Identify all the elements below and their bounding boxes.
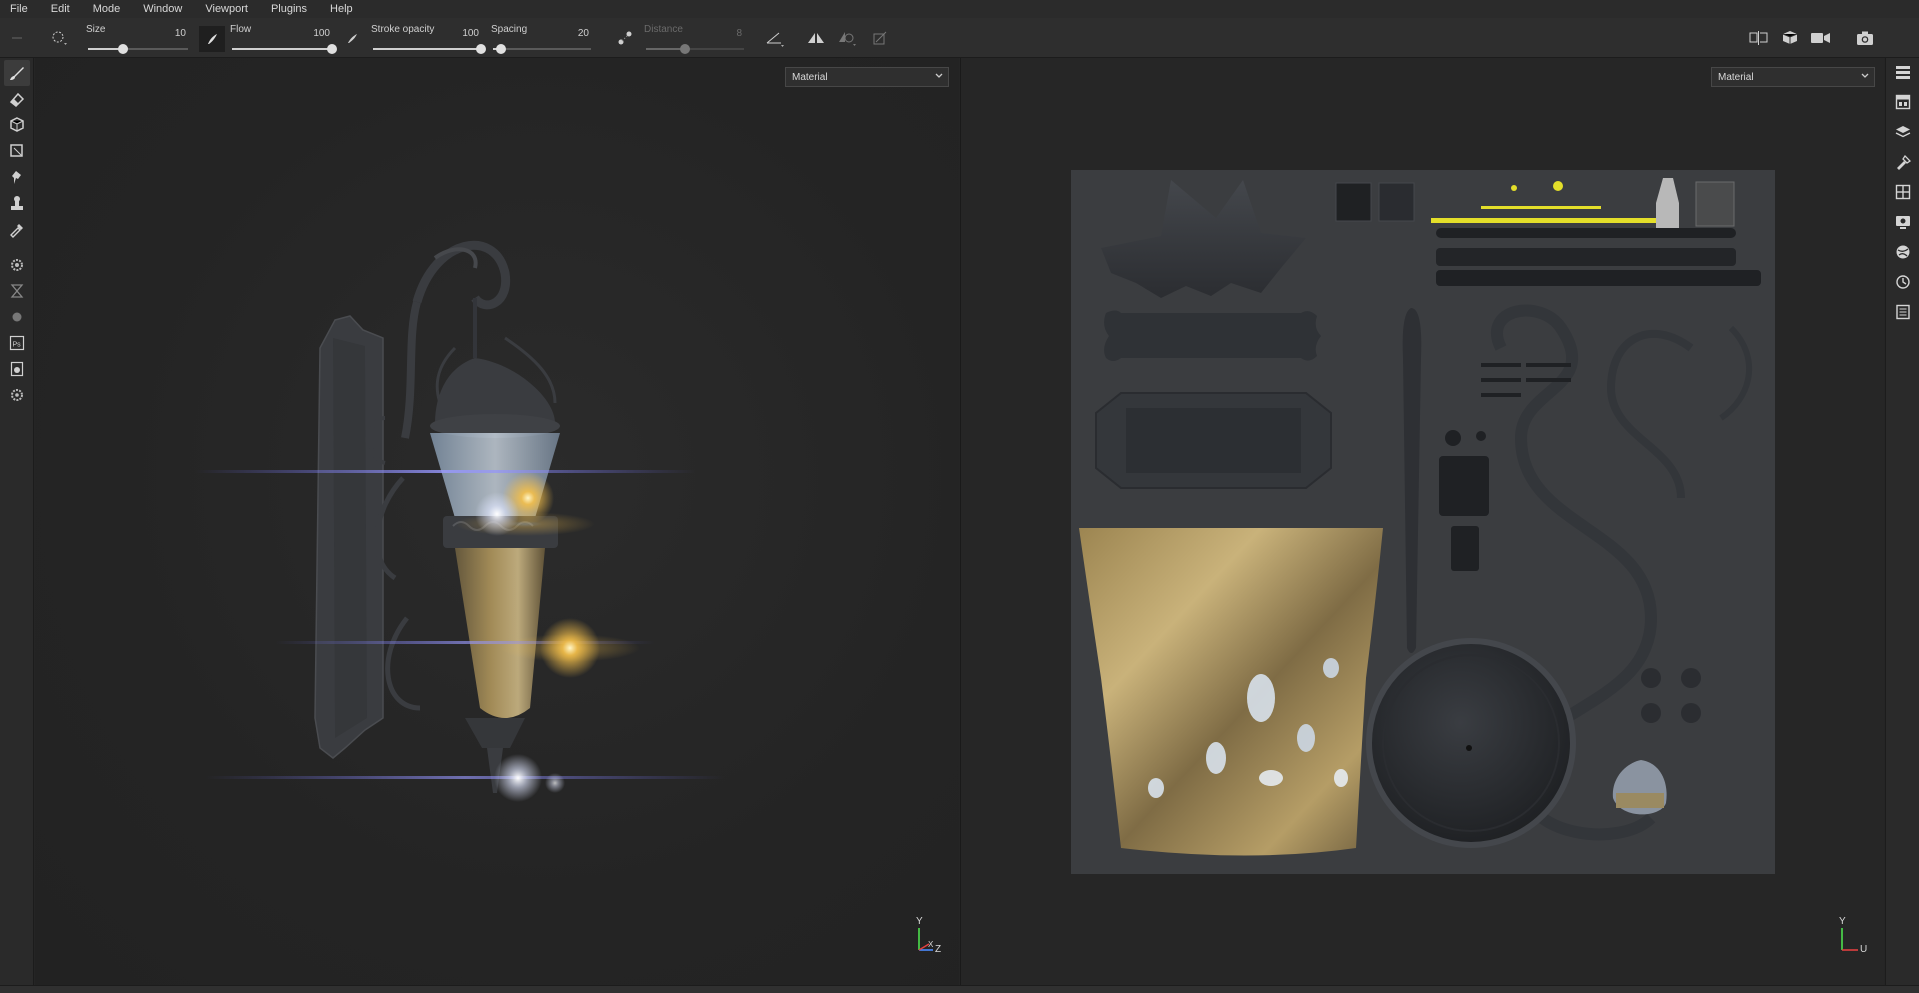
distance-knob <box>680 44 691 54</box>
uv-tiles-icon[interactable] <box>1891 180 1915 204</box>
uv-axis-gizmo: Y U <box>1836 916 1876 958</box>
lantern-model <box>195 240 725 802</box>
distance-value: 8 <box>736 28 742 39</box>
symmetry-icon[interactable] <box>805 27 827 49</box>
menu-viewport[interactable]: Viewport <box>205 3 248 15</box>
3d-viewport[interactable]: Material Y X Z <box>35 58 959 988</box>
3d-axis-gizmo: Y X Z <box>913 916 953 958</box>
back-plate-inset <box>333 338 367 738</box>
brush-icon[interactable] <box>4 60 30 86</box>
log-icon[interactable] <box>1891 300 1915 324</box>
flow-fill <box>232 48 332 50</box>
stroke-opacity-value[interactable]: 100 <box>462 28 479 39</box>
display-icon[interactable] <box>1891 210 1915 234</box>
uv-texture-map <box>1071 170 1775 874</box>
projection-icon[interactable] <box>4 112 30 138</box>
flow-knob[interactable] <box>327 44 337 54</box>
axis-x-label: X <box>928 940 934 949</box>
size-slider[interactable]: Size 10 <box>86 22 190 54</box>
lazy-mouse-icon[interactable] <box>614 27 636 49</box>
spacing-label: Spacing <box>491 24 528 35</box>
stroke-opacity-label: Stroke opacity <box>371 24 435 35</box>
spacing-slider[interactable]: Spacing 20 <box>491 22 593 54</box>
history-icon[interactable] <box>1891 270 1915 294</box>
color-picker-icon[interactable] <box>4 216 30 242</box>
stroke-opacity-slider[interactable]: Stroke opacity 100 <box>371 22 486 54</box>
left-toolbar: Ps <box>0 58 34 988</box>
spacing-knob[interactable] <box>495 44 506 54</box>
smudge-icon[interactable] <box>4 164 30 190</box>
menu-window[interactable]: Window <box>143 3 182 15</box>
right-toolbar <box>1885 58 1919 988</box>
gear-icon[interactable] <box>4 382 30 408</box>
export-icon[interactable] <box>4 356 30 382</box>
axis-u-label: U <box>1860 944 1868 955</box>
layer-stack-icon[interactable] <box>1891 120 1915 144</box>
flow-value[interactable]: 100 <box>313 28 330 39</box>
alpha-icon[interactable] <box>199 26 225 52</box>
axis-y-label: Y <box>916 916 923 927</box>
flow-label: Flow <box>230 24 252 35</box>
photoshop-icon[interactable]: Ps <box>4 330 30 356</box>
glass-texture <box>1079 528 1383 856</box>
3d-view-icon[interactable] <box>1780 27 1802 49</box>
menu-mode[interactable]: Mode <box>93 3 121 15</box>
size-label: Size <box>86 24 106 35</box>
axis-z-label: Z <box>935 944 942 955</box>
symmetry-options-icon[interactable] <box>836 27 858 49</box>
material-icon[interactable] <box>4 304 30 330</box>
pressure-flow-icon[interactable] <box>341 27 363 49</box>
flow-slider[interactable]: Flow 100 <box>230 22 337 54</box>
environment-icon[interactable] <box>1891 240 1915 264</box>
svg-text:Ps: Ps <box>13 342 22 349</box>
menu-bar: File Edit Mode Window Viewport Plugins H… <box>0 0 1919 18</box>
camera-icon[interactable] <box>1810 27 1832 49</box>
bake-icon[interactable] <box>4 278 30 304</box>
clone-icon[interactable] <box>4 190 30 216</box>
geometry-icon[interactable] <box>4 138 30 164</box>
screenshot-icon[interactable] <box>1854 27 1876 49</box>
texture-set-icon[interactable] <box>1891 90 1915 114</box>
spacing-value[interactable]: 20 <box>578 28 589 39</box>
status-bar <box>0 985 1919 993</box>
eraser-icon[interactable] <box>4 86 30 112</box>
distance-label: Distance <box>644 24 683 35</box>
candle-glow-middle <box>540 618 600 678</box>
2d-uv-viewport[interactable]: Material Y U <box>960 58 1884 988</box>
tool-properties-bar: Size 10 Flow 100 Stroke opacity 100 Spac… <box>0 18 1919 58</box>
settings-icon[interactable] <box>4 252 30 278</box>
brush-presets-icon[interactable] <box>1891 150 1915 174</box>
menu-help[interactable]: Help <box>330 3 353 15</box>
split-view-icon[interactable] <box>1748 27 1770 49</box>
menu-plugins[interactable]: Plugins <box>271 3 307 15</box>
size-value[interactable]: 10 <box>175 28 186 39</box>
distance-slider: Distance 8 <box>644 22 746 54</box>
axis-v-label: Y <box>1839 916 1846 927</box>
line-angle-icon[interactable] <box>764 27 786 49</box>
stroke-opacity-fill <box>373 48 481 50</box>
brush-shape-icon[interactable] <box>48 27 70 49</box>
transform-icon[interactable] <box>869 27 891 49</box>
grip-icon <box>6 27 28 49</box>
menu-file[interactable]: File <box>10 3 28 15</box>
menu-edit[interactable]: Edit <box>51 3 70 15</box>
layers-panel-icon[interactable] <box>1891 60 1915 84</box>
stroke-opacity-knob[interactable] <box>476 44 486 54</box>
size-knob[interactable] <box>118 44 128 54</box>
